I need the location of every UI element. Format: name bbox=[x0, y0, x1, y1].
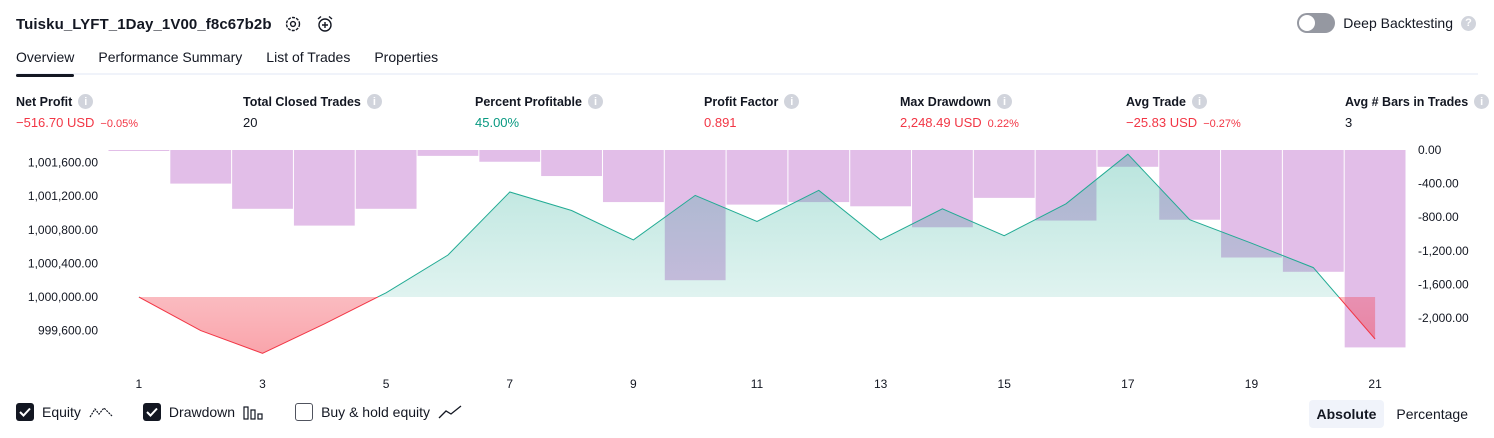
right-axis-tick: 0.00 bbox=[1418, 143, 1442, 157]
drawdown-bar bbox=[973, 150, 1035, 198]
left-axis-tick: 1,001,600.00 bbox=[28, 156, 98, 170]
x-axis-tick: 11 bbox=[751, 377, 764, 391]
legend-buy-hold-equity[interactable]: Buy & hold equity bbox=[295, 403, 462, 421]
legend-label: Equity bbox=[42, 404, 81, 420]
right-axis-tick: -1,600.00 bbox=[1418, 277, 1469, 291]
equity-line-icon bbox=[89, 407, 113, 418]
left-axis-tick: 1,000,000.00 bbox=[28, 290, 98, 304]
drawdown-bar bbox=[850, 150, 912, 207]
mode-percentage[interactable]: Percentage bbox=[1388, 400, 1476, 428]
left-axis-tick: 1,000,800.00 bbox=[28, 223, 98, 237]
drawdown-bar bbox=[232, 150, 293, 209]
drawdown-bar bbox=[1282, 150, 1344, 272]
legend-label: Buy & hold equity bbox=[321, 404, 431, 420]
x-axis-tick: 3 bbox=[259, 377, 266, 391]
equity-chart[interactable]: 1,001,600.00 1,001,200.00 1,000,800.00 1,00… bbox=[0, 0, 1494, 438]
checkbox-unchecked-icon[interactable] bbox=[295, 403, 314, 421]
checkbox-checked-icon[interactable] bbox=[16, 403, 34, 421]
x-axis-tick: 21 bbox=[1368, 377, 1382, 391]
drawdown-bar bbox=[293, 150, 355, 226]
legend-label: Drawdown bbox=[168, 404, 236, 420]
legend-equity[interactable]: Equity bbox=[16, 403, 113, 421]
x-axis-tick: 15 bbox=[998, 377, 1012, 391]
x-axis-tick: 1 bbox=[136, 377, 143, 391]
buy-hold-line-icon bbox=[438, 405, 462, 419]
drawdown-bar bbox=[602, 150, 664, 203]
x-axis-tick: 19 bbox=[1245, 377, 1259, 391]
x-axis-tick: 13 bbox=[874, 377, 888, 391]
left-axis-tick: 999,600.00 bbox=[38, 324, 98, 338]
mode-absolute[interactable]: Absolute bbox=[1308, 400, 1385, 428]
right-axis-tick: -1,200.00 bbox=[1418, 244, 1469, 258]
drawdown-bar bbox=[541, 150, 602, 177]
x-axis-tick: 17 bbox=[1121, 377, 1135, 391]
drawdown-bar bbox=[726, 150, 788, 205]
drawdown-bars-icon bbox=[243, 406, 263, 420]
drawdown-bar bbox=[170, 150, 232, 184]
legend-drawdown[interactable]: Drawdown bbox=[142, 403, 265, 421]
chart-legend: Equity Drawdown Buy & hold equity bbox=[16, 403, 462, 421]
drawdown-bar bbox=[108, 150, 170, 151]
right-axis-tick: -400.00 bbox=[1418, 177, 1459, 191]
right-axis-tick: -2,000.00 bbox=[1418, 311, 1469, 325]
x-axis-tick: 5 bbox=[383, 377, 390, 391]
x-axis-tick: 7 bbox=[506, 377, 513, 391]
left-axis-tick: 1,001,200.00 bbox=[28, 189, 98, 203]
drawdown-bar bbox=[417, 150, 479, 156]
right-axis-tick: -800.00 bbox=[1418, 210, 1459, 224]
drawdown-bar bbox=[479, 150, 541, 162]
x-axis-tick: 9 bbox=[630, 377, 637, 391]
drawdown-bar bbox=[355, 150, 417, 209]
scale-mode-switch: Absolute Percentage bbox=[1308, 400, 1477, 428]
left-axis-tick: 1,000,400.00 bbox=[28, 256, 98, 270]
checkbox-checked-icon[interactable] bbox=[142, 403, 161, 421]
